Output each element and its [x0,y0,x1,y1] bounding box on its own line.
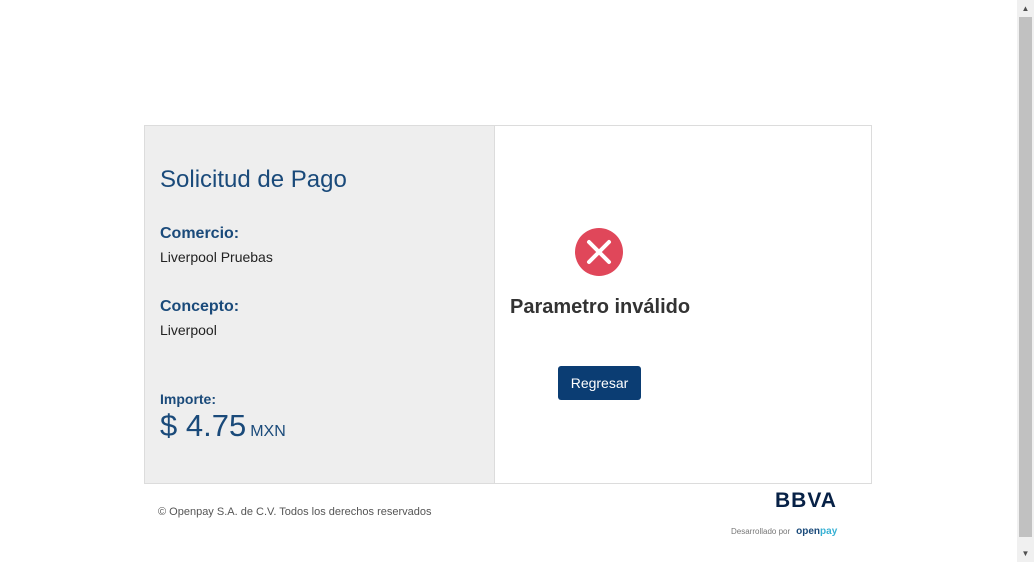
developed-by-label: Desarrollado por [731,527,791,536]
openpay-logo: openpay [796,526,838,537]
amount: $ 4.75 MXN [160,408,286,444]
concept-value: Liverpool [160,322,217,338]
vertical-scrollbar[interactable]: ▲ ▼ [1017,0,1034,562]
concept-label: Concepto: [160,298,240,315]
error-message: Parametro inválido [510,296,691,318]
currency-label: MXN [250,423,286,440]
scroll-down-arrow-icon[interactable]: ▼ [1017,545,1034,562]
copyright-text: © Openpay S.A. de C.V. Todos los derecho… [158,506,432,518]
scroll-up-arrow-icon[interactable]: ▲ [1017,0,1034,17]
merchant-label: Comercio: [160,225,240,242]
amount-value: $ 4.75 [160,408,247,443]
amount-label: Importe: [160,391,216,407]
result-panel: Parametro inválido Regresar [495,126,871,483]
payment-card: Solicitud de Pago Comercio: Liverpool Pr… [144,125,872,484]
bbva-logo-text: BBVA [775,489,837,510]
error-x-icon [575,228,623,276]
payment-summary-panel: Solicitud de Pago Comercio: Liverpool Pr… [145,126,495,483]
merchant-value: Liverpool Pruebas [160,249,273,265]
developed-by: Desarrollado por openpay [731,526,837,537]
page-title: Solicitud de Pago [160,166,347,193]
back-button[interactable]: Regresar [558,366,641,400]
scrollbar-thumb[interactable] [1019,17,1032,537]
bbva-logo: BBVA [775,489,837,510]
